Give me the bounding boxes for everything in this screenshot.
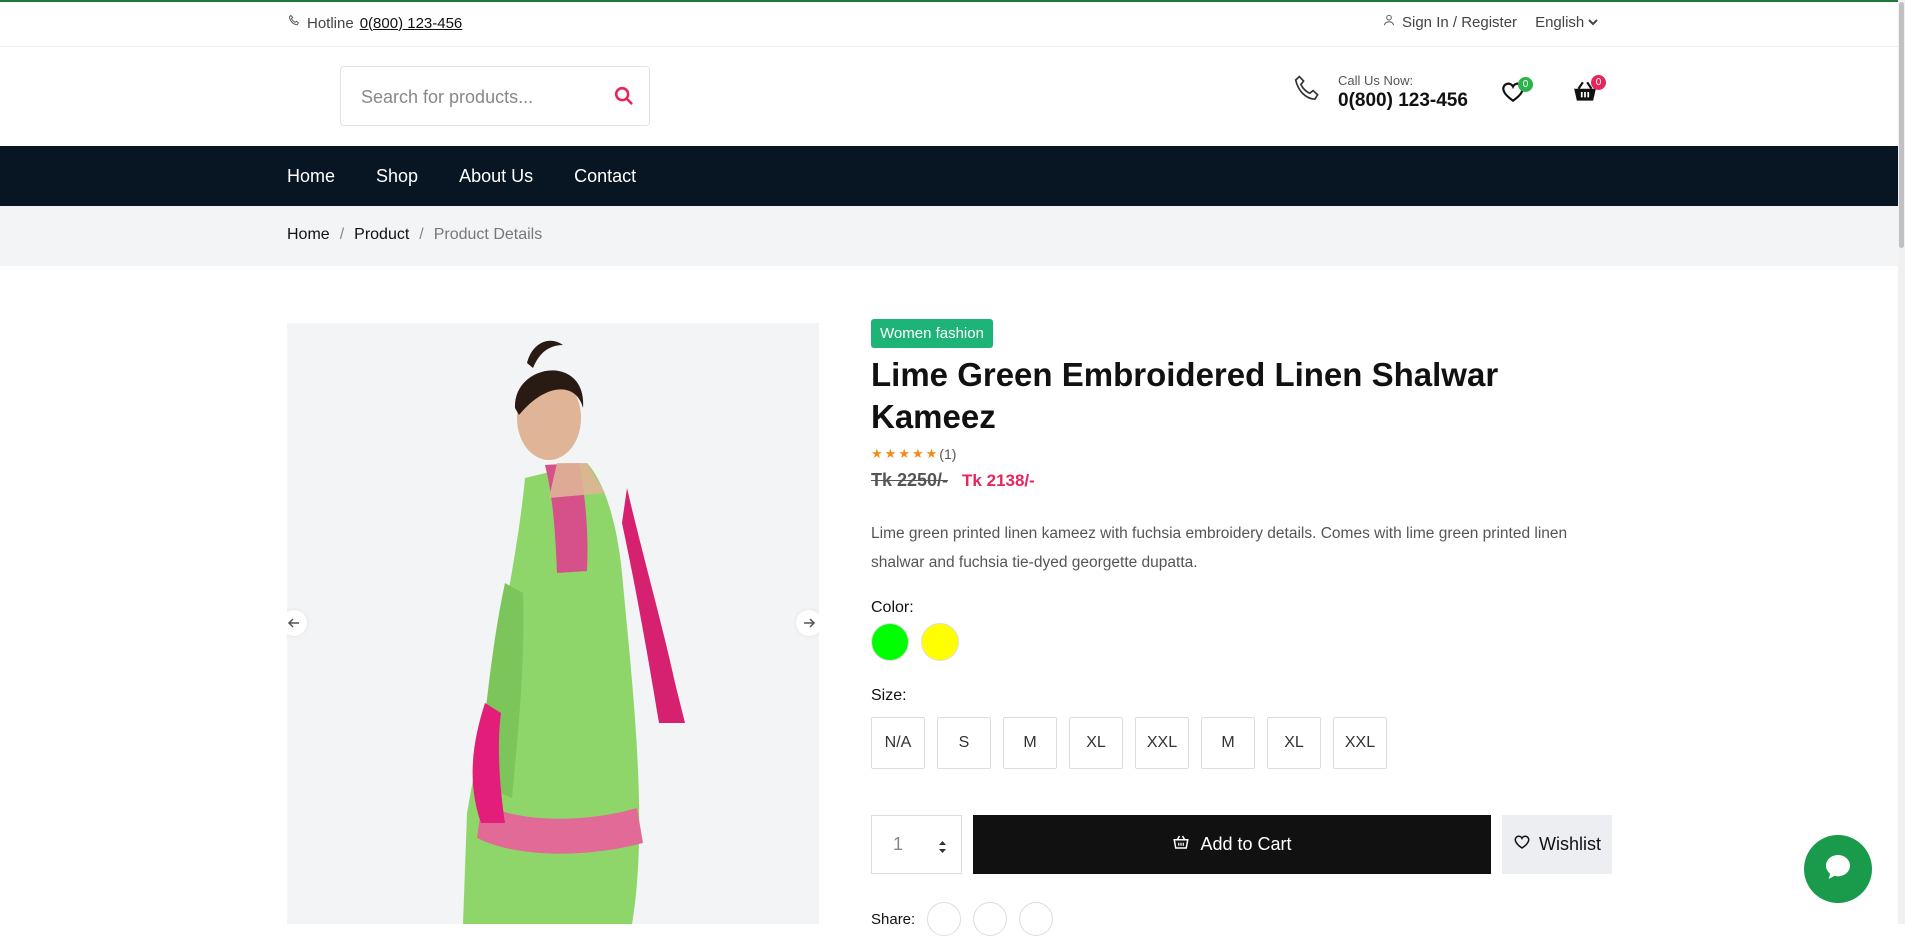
spinner-arrows-icon[interactable] bbox=[938, 838, 947, 859]
product-image bbox=[287, 323, 819, 924]
category-badge[interactable]: Women fashion bbox=[871, 319, 993, 348]
star-icon: ★ bbox=[898, 446, 910, 461]
size-label: Size: bbox=[871, 687, 907, 704]
basket-icon bbox=[1572, 81, 1598, 109]
share-row: Share: bbox=[871, 902, 1054, 936]
user-icon bbox=[1382, 13, 1396, 31]
product-title: Lime Green Embroidered Linen Shalwar Kam… bbox=[871, 356, 1499, 435]
heart-icon bbox=[1500, 82, 1526, 109]
call-us-box: Call Us Now: 0(800) 123-456 bbox=[1290, 73, 1468, 112]
chat-bubble-icon bbox=[1822, 851, 1854, 888]
gallery-next-arrow[interactable] bbox=[796, 610, 819, 636]
chat-widget-button[interactable] bbox=[1804, 835, 1872, 903]
call-label: Call Us Now: bbox=[1338, 73, 1414, 88]
breadcrumb-current: Product Details bbox=[433, 226, 543, 243]
cart-header-button[interactable]: 0 bbox=[1572, 75, 1606, 110]
new-price: Tk 2138/- bbox=[962, 471, 1035, 490]
main-navigation: Home Shop About Us Contact bbox=[0, 146, 1898, 206]
size-options: N/A S M XL XXL M XL XXL bbox=[871, 717, 1611, 769]
cart-count-badge: 0 bbox=[1591, 75, 1606, 90]
size-option[interactable]: XXL bbox=[1135, 717, 1189, 769]
sign-in-label: Sign In / Register bbox=[1402, 13, 1518, 31]
quantity-stepper[interactable]: 1 bbox=[871, 815, 962, 874]
rating-count: (1) bbox=[939, 446, 957, 462]
product-info: Women fashion Lime Green Embroidered Lin… bbox=[871, 319, 1611, 769]
size-option[interactable]: M bbox=[1201, 717, 1255, 769]
scrollbar-thumb[interactable] bbox=[1899, 2, 1904, 248]
chevron-down-icon bbox=[1588, 14, 1598, 31]
breadcrumb: Home / Product / Product Details bbox=[0, 206, 1898, 266]
heart-icon bbox=[1513, 833, 1531, 856]
color-options bbox=[871, 623, 1611, 661]
color-swatch-green[interactable] bbox=[871, 623, 909, 661]
hotline: Hotline 0(800) 123-456 bbox=[287, 14, 462, 32]
product-description: Lime green printed linen kameez with fuc… bbox=[871, 525, 1568, 571]
phone-call-icon bbox=[1290, 73, 1324, 112]
purchase-row: 1 Add to Cart Wishlist bbox=[871, 815, 1612, 874]
share-label: Share: bbox=[871, 910, 916, 928]
price-row: Tk 2250/- Tk 2138/- bbox=[871, 470, 1611, 491]
hotline-label: Hotline bbox=[307, 14, 354, 32]
size-option[interactable]: XL bbox=[1267, 717, 1321, 769]
twitter-share-icon[interactable] bbox=[927, 902, 962, 936]
arrow-left-icon bbox=[287, 618, 299, 628]
search-box bbox=[340, 66, 650, 126]
header: Call Us Now: 0(800) 123-456 0 0 bbox=[0, 47, 1898, 146]
wishlist-button[interactable]: Wishlist bbox=[1502, 815, 1612, 874]
star-icon: ★ bbox=[925, 446, 938, 461]
top-bar: Hotline 0(800) 123-456 Sign In / Registe… bbox=[0, 2, 1898, 47]
nav-home[interactable]: Home bbox=[287, 166, 335, 187]
quantity-value: 1 bbox=[893, 834, 904, 854]
nav-shop[interactable]: Shop bbox=[376, 166, 418, 187]
call-number: 0(800) 123-456 bbox=[1338, 90, 1468, 111]
nav-contact[interactable]: Contact bbox=[574, 166, 636, 187]
breadcrumb-separator: / bbox=[339, 226, 345, 243]
product-image-gallery bbox=[287, 323, 819, 924]
star-icon: ★ bbox=[871, 446, 883, 461]
size-option[interactable]: XL bbox=[1069, 717, 1123, 769]
add-to-cart-label: Add to Cart bbox=[1200, 834, 1292, 854]
hotline-number-link[interactable]: 0(800) 123-456 bbox=[360, 15, 463, 32]
search-input[interactable] bbox=[359, 83, 603, 111]
old-price: Tk 2250/- bbox=[871, 470, 949, 490]
language-select[interactable]: English bbox=[1535, 14, 1598, 31]
wishlist-label: Wishlist bbox=[1539, 834, 1601, 854]
sign-in-register-link[interactable]: Sign In / Register bbox=[1382, 13, 1517, 31]
nav-about-us[interactable]: About Us bbox=[459, 166, 533, 187]
search-icon[interactable] bbox=[613, 85, 635, 112]
color-label: Color: bbox=[871, 599, 914, 616]
page-scrollbar[interactable] bbox=[1898, 0, 1905, 924]
size-option[interactable]: N/A bbox=[871, 717, 925, 769]
size-option[interactable]: S bbox=[937, 717, 991, 769]
star-icon: ★ bbox=[884, 446, 897, 461]
breadcrumb-product[interactable]: Product bbox=[354, 226, 409, 244]
phone-icon bbox=[287, 14, 301, 32]
facebook-share-icon[interactable] bbox=[973, 902, 1008, 936]
wishlist-count-badge: 0 bbox=[1518, 77, 1533, 92]
color-swatch-yellow[interactable] bbox=[921, 623, 959, 661]
product-rating: ★ ★ ★ ★ ★ (1) bbox=[871, 446, 1611, 462]
basket-icon bbox=[1172, 833, 1190, 856]
wishlist-header-button[interactable]: 0 bbox=[1500, 77, 1533, 110]
breadcrumb-home[interactable]: Home bbox=[287, 226, 330, 244]
pinterest-share-icon[interactable] bbox=[1019, 902, 1054, 936]
add-to-cart-button[interactable]: Add to Cart bbox=[973, 815, 1491, 874]
star-icon: ★ bbox=[911, 446, 924, 461]
arrow-right-icon bbox=[804, 618, 816, 628]
size-option[interactable]: XXL bbox=[1333, 717, 1387, 769]
breadcrumb-separator: / bbox=[419, 226, 424, 243]
language-label: English bbox=[1535, 13, 1585, 31]
size-option[interactable]: M bbox=[1003, 717, 1057, 769]
